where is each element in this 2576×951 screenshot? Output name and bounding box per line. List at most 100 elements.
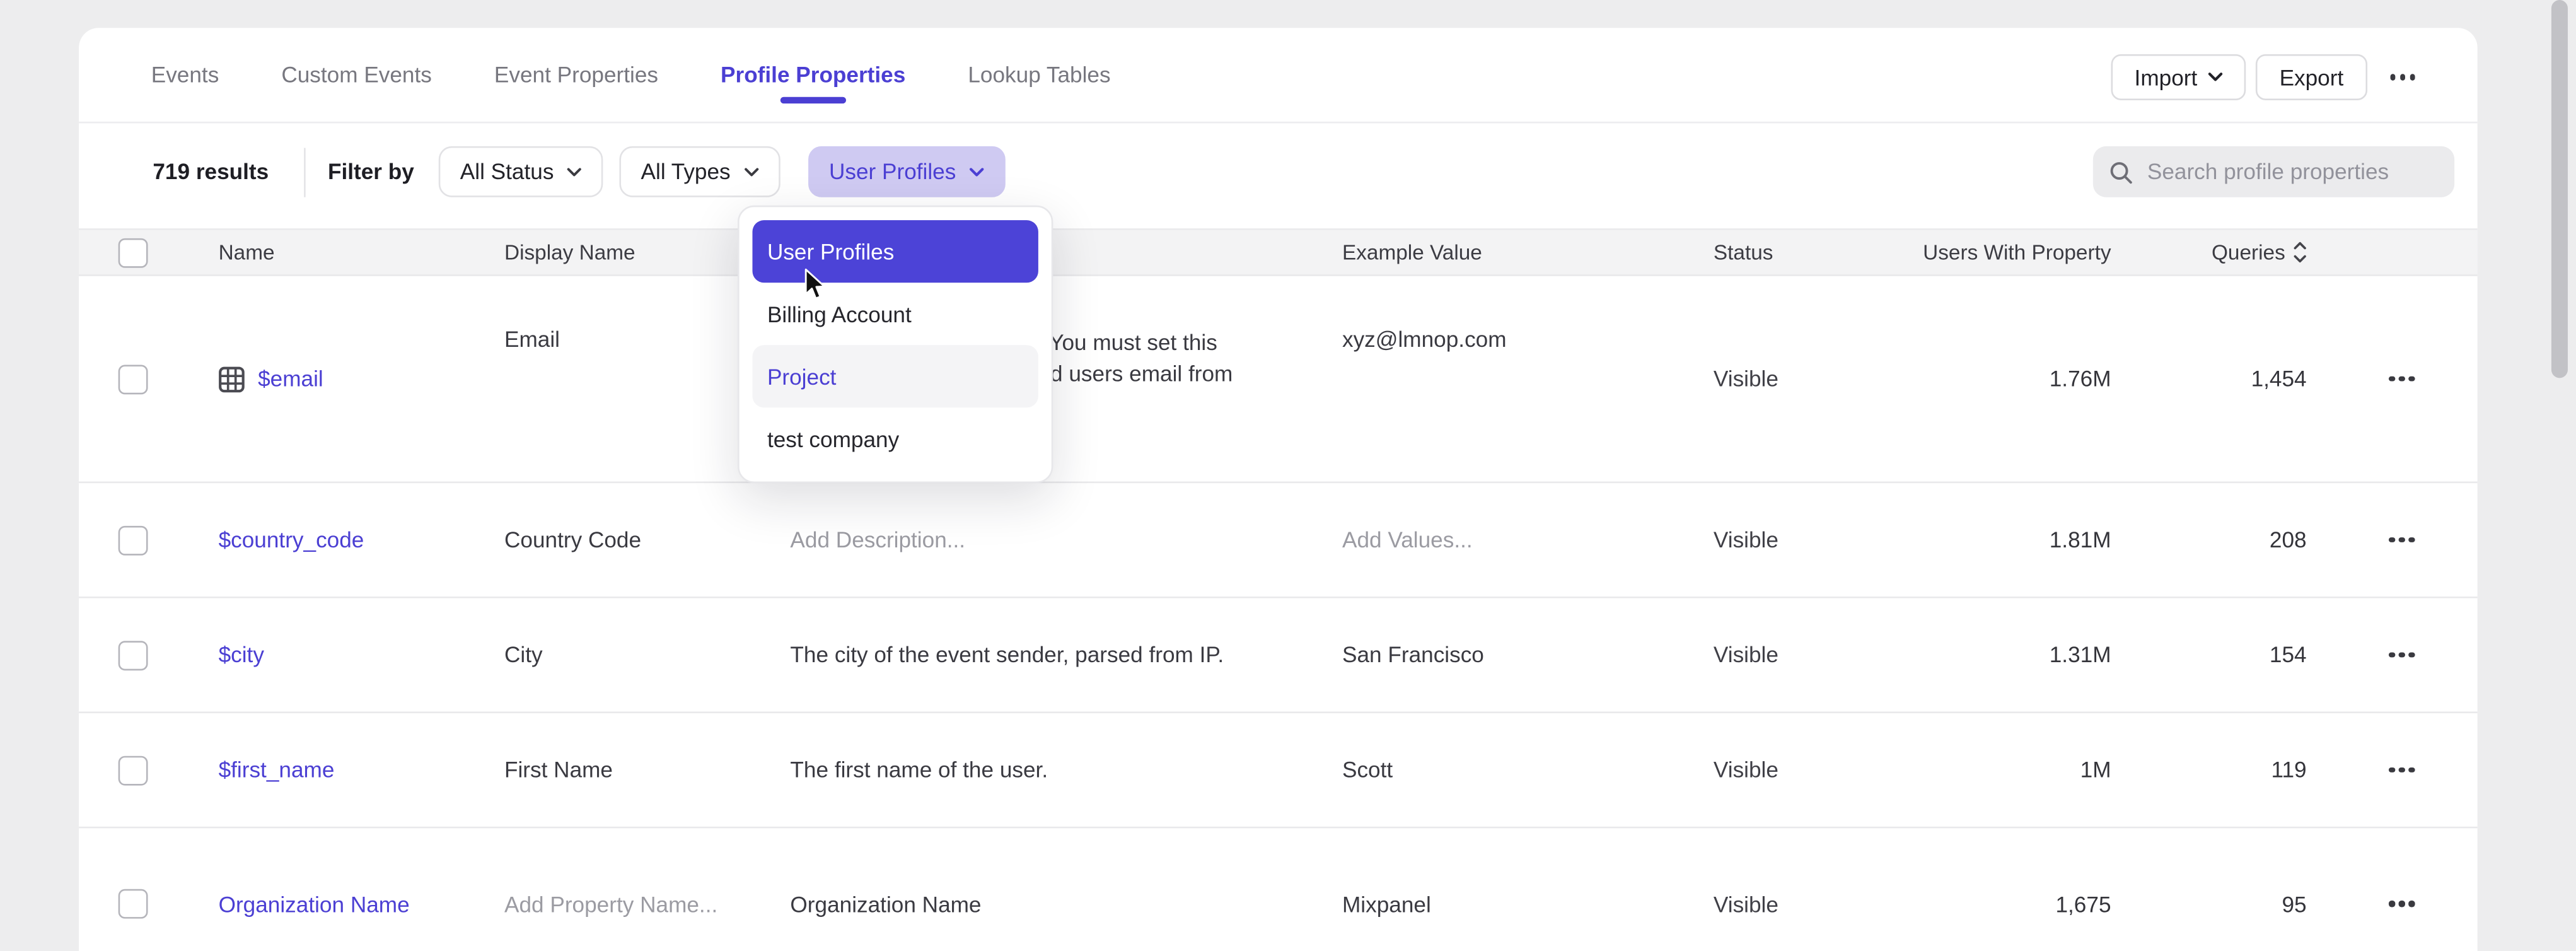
entity-filter-dropdown[interactable]: User Profiles [808,146,1005,197]
example-value-cell[interactable]: Scott [1342,757,1714,782]
status-cell[interactable]: Visible [1714,643,1919,667]
type-filter-label: All Types [641,160,731,184]
tab-events[interactable]: Events [151,62,219,87]
description-cell[interactable]: The city of the event sender, parsed fro… [790,643,1342,667]
dropdown-item-test-company[interactable]: test company [752,407,1038,470]
row-more-actions-button[interactable] [2376,891,2478,916]
header-status[interactable]: Status [1714,240,1919,264]
tab-lookup-tables[interactable]: Lookup Tables [968,62,1110,87]
entity-dropdown-menu: User Profiles Billing Account Project te… [738,206,1053,483]
header-example-value[interactable]: Example Value [1342,240,1714,264]
header-users-with-property[interactable]: Users With Property [1919,240,2111,264]
row-more-actions-button[interactable] [2376,757,2478,783]
header-queries-label: Queries [2212,240,2285,264]
users-with-property-cell: 1.31M [1919,643,2111,667]
active-tab-underline [780,97,846,103]
table-row: $first_name First Name The first name of… [79,713,2478,828]
property-name-link[interactable]: $first_name [219,757,335,782]
example-value-cell[interactable]: Mixpanel [1342,892,1714,916]
entity-filter-label: User Profiles [829,160,956,184]
display-name-cell[interactable]: Country Code [504,527,790,552]
page: Events Custom Events Event Properties Pr… [0,0,2576,951]
dropdown-item-billing-account[interactable]: Billing Account [752,283,1038,345]
property-name-link[interactable]: $city [219,643,264,667]
row-checkbox[interactable] [119,640,148,670]
row-actions-cell [2307,757,2478,783]
property-name-link[interactable]: $country_code [219,527,364,552]
select-all-checkbox[interactable] [119,238,148,267]
type-filter-dropdown[interactable]: All Types [620,146,780,197]
status-cell[interactable]: Visible [1714,757,1919,782]
chevron-down-icon [567,166,581,177]
description-cell[interactable]: Organization Name [790,892,1342,916]
table-row: Organization Name Add Property Name... O… [79,828,2478,951]
name-cell: $city [219,643,504,667]
status-filter-dropdown[interactable]: All Status [439,146,603,197]
queries-cell: 208 [2111,527,2307,552]
name-cell: Organization Name [219,892,504,916]
more-actions-button[interactable] [2376,64,2428,90]
header-queries-sort[interactable]: Queries [2111,240,2307,264]
property-name-link[interactable]: Organization Name [219,892,410,916]
property-name-link[interactable]: $email [258,366,323,391]
sort-icon [2294,242,2307,263]
display-name-cell[interactable]: Add Property Name... [504,892,790,916]
search-input[interactable] [2147,160,2438,184]
filter-by-label: Filter by [328,160,414,184]
description-cell[interactable]: Add Description... [790,527,1342,552]
queries-cell: 119 [2111,757,2307,782]
status-cell[interactable]: Visible [1714,366,1919,391]
divider [303,147,305,196]
description-cell[interactable]: The first name of the user. [790,757,1342,782]
row-more-actions-button[interactable] [2376,527,2478,552]
row-checkbox-cell [79,640,218,670]
row-checkbox[interactable] [119,755,148,785]
row-checkbox-cell [79,525,218,555]
tab-event-properties[interactable]: Event Properties [494,62,658,87]
import-button-label: Import [2135,65,2198,90]
status-cell[interactable]: Visible [1714,527,1919,552]
search-icon [2109,160,2132,183]
name-cell: $email [219,366,504,392]
tab-custom-events[interactable]: Custom Events [281,62,432,87]
example-value-cell[interactable]: Add Values... [1342,527,1714,552]
table-row: $country_code Country Code Add Descripti… [79,483,2478,598]
dropdown-item-user-profiles[interactable]: User Profiles [752,220,1038,283]
users-with-property-cell: 1.76M [1919,366,2111,391]
status-cell[interactable]: Visible [1714,892,1919,916]
row-checkbox[interactable] [119,525,148,555]
users-with-property-cell: 1M [1919,757,2111,782]
display-name-cell[interactable]: City [504,643,790,667]
tab-bar: Events Custom Events Event Properties Pr… [79,28,2478,123]
row-checkbox[interactable] [119,364,148,394]
status-filter-label: All Status [460,160,554,184]
row-actions-cell [2307,642,2478,667]
row-actions-cell [2307,891,2478,916]
export-button[interactable]: Export [2256,54,2367,100]
header-cell-checkbox [79,238,218,267]
chevron-down-icon [969,166,983,177]
vertical-scrollbar-thumb[interactable] [2551,0,2568,378]
results-count[interactable]: 719 results [153,160,269,184]
queries-cell: 1,454 [2111,366,2307,391]
row-checkbox[interactable] [119,889,148,919]
example-value-cell[interactable]: xyz@lmnop.com [1342,276,1714,352]
filter-bar: 719 results Filter by All Status All Typ… [153,146,1021,197]
row-checkbox-cell [79,364,218,394]
tab-profile-properties[interactable]: Profile Properties [721,62,905,87]
table-body: $email Email The user's email address. Y… [79,276,2478,951]
row-more-actions-button[interactable] [2376,366,2478,391]
tab-profile-properties-label: Profile Properties [721,62,905,87]
header-name[interactable]: Name [219,240,504,264]
export-button-label: Export [2280,65,2344,90]
dropdown-item-project[interactable]: Project [752,345,1038,407]
example-value-cell[interactable]: San Francisco [1342,643,1714,667]
import-button[interactable]: Import [2111,54,2246,100]
table-row: $city City The city of the event sender,… [79,598,2478,713]
name-cell: $country_code [219,527,504,552]
row-more-actions-button[interactable] [2376,642,2478,667]
display-name-cell[interactable]: First Name [504,757,790,782]
chevron-down-icon [743,166,758,177]
row-actions-cell [2307,366,2478,391]
row-checkbox-cell [79,755,218,785]
